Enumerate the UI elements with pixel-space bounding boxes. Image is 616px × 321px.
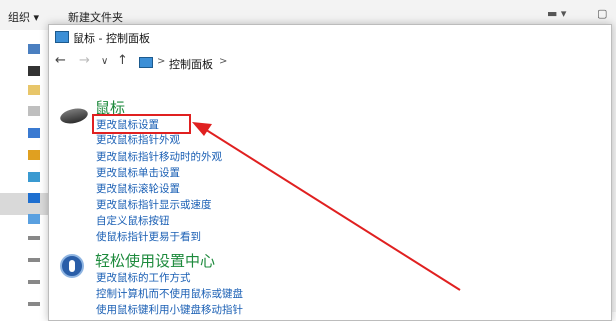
annotation-arrow <box>192 122 461 291</box>
